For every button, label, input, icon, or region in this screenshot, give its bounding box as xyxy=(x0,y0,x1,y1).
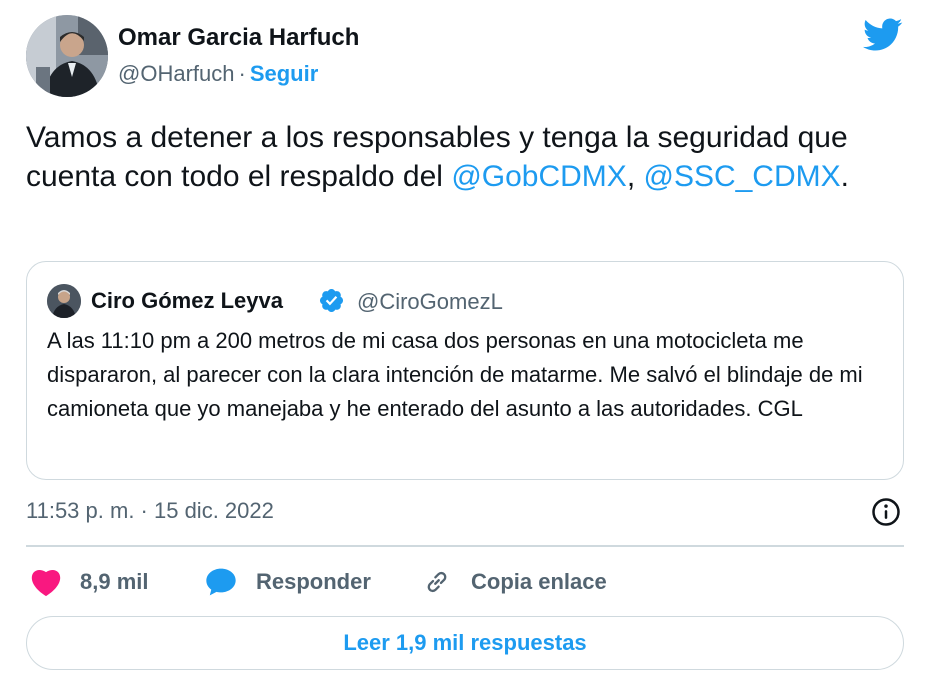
quoted-author-avatar[interactable] xyxy=(47,284,81,318)
author-handle-row: @OHarfuch · Seguir xyxy=(118,61,318,87)
quoted-tweet[interactable]: Ciro Gómez Leyva @CiroGomezL A las 11:10… xyxy=(26,261,904,480)
info-icon[interactable] xyxy=(871,497,901,527)
twitter-bird-icon[interactable] xyxy=(863,18,903,52)
divider xyxy=(26,545,904,547)
read-replies-button[interactable]: Leer 1,9 mil respuestas xyxy=(26,616,904,670)
tweet-timestamp[interactable]: 11:53 p. m. · 15 dic. 2022 xyxy=(26,498,274,524)
read-replies-label: Leer 1,9 mil respuestas xyxy=(343,630,587,655)
quoted-author-avatar-photo xyxy=(47,284,81,318)
like-button[interactable]: 8,9 mil xyxy=(30,566,148,598)
tweet-text: Vamos a detener a los responsables y ten… xyxy=(26,118,906,196)
heart-icon xyxy=(31,570,61,597)
author-name[interactable]: Omar Garcia Harfuch xyxy=(118,24,359,52)
quoted-author-name[interactable]: Ciro Gómez Leyva xyxy=(91,288,283,314)
tweet-text-separator: , xyxy=(626,160,644,193)
author-handle[interactable]: @OHarfuch xyxy=(118,61,234,86)
follow-link[interactable]: Seguir xyxy=(250,61,318,86)
mention-ssc-cdmx[interactable]: @SSC_CDMX xyxy=(643,160,840,193)
reply-button[interactable]: Responder xyxy=(205,566,371,598)
embedded-tweet-card: Omar Garcia Harfuch @OHarfuch · Seguir Vam… xyxy=(0,0,927,693)
tweet-text-end: . xyxy=(840,160,849,193)
author-avatar[interactable] xyxy=(26,15,108,97)
like-count: 8,9 mil xyxy=(80,569,149,594)
verified-badge-icon xyxy=(319,288,344,313)
reply-label: Responder xyxy=(256,569,371,594)
quoted-author-handle[interactable]: @CiroGomezL xyxy=(357,289,503,315)
author-avatar-photo xyxy=(26,15,108,97)
quoted-tweet-text: A las 11:10 pm a 200 metros de mi casa d… xyxy=(47,328,863,421)
handle-separator: · xyxy=(238,61,246,86)
copy-link-button[interactable]: Copia enlace xyxy=(423,566,607,598)
copy-link-label: Copia enlace xyxy=(471,569,607,594)
mention-gobcdmx[interactable]: @GobCDMX xyxy=(451,160,627,193)
speech-bubble-icon xyxy=(206,568,236,596)
link-icon xyxy=(427,571,447,593)
